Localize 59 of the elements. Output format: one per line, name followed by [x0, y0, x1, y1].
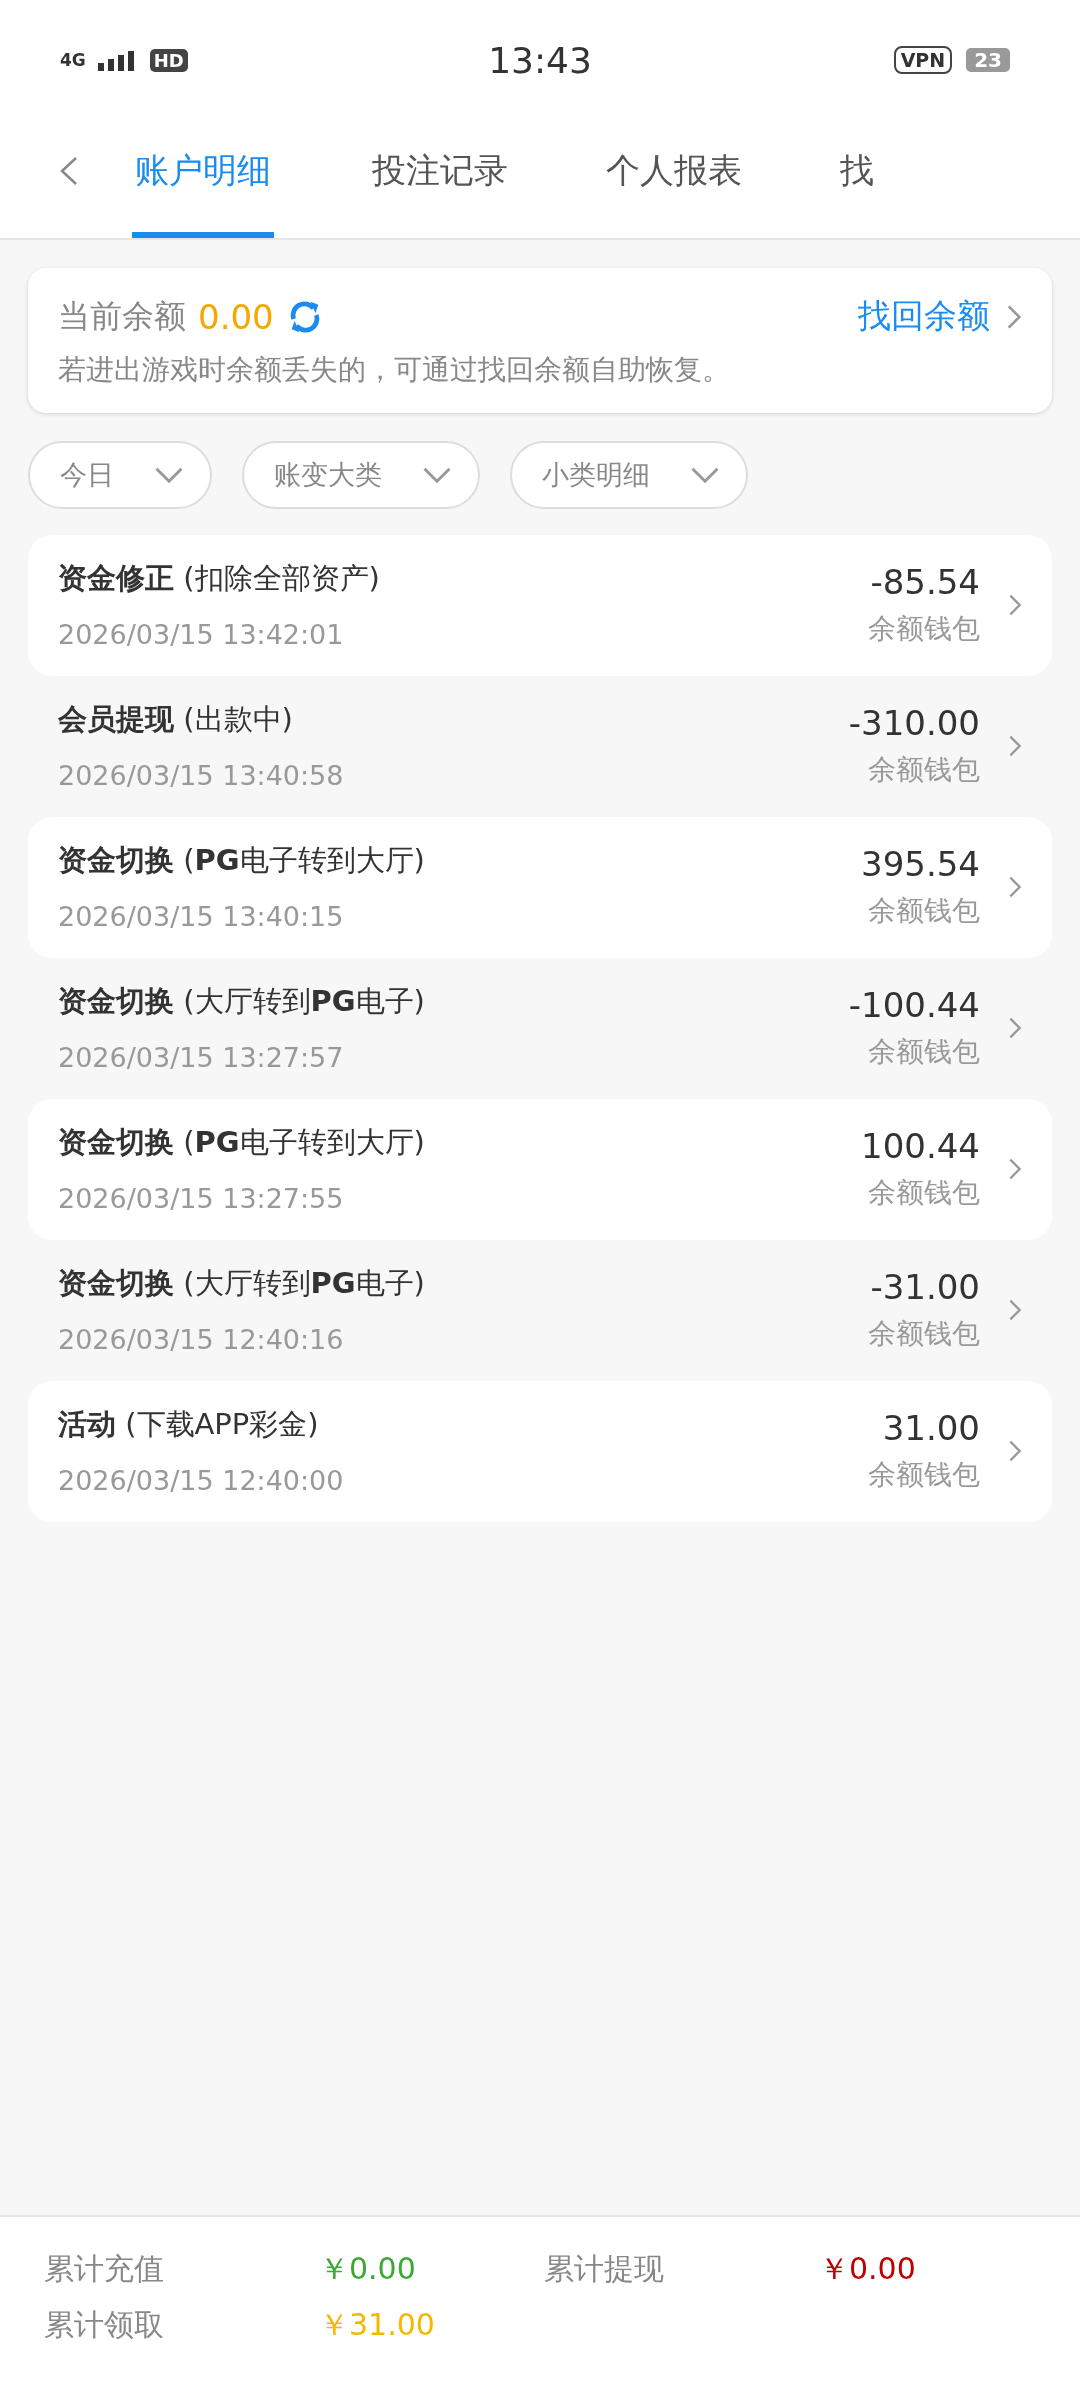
record-row[interactable]: 资金切换 (大厅转到PG电子) 2026/03/15 13:27:57 -100.44 余额钱包	[28, 958, 1052, 1099]
record-time: 2026/03/15 13:42:01	[58, 619, 345, 650]
hd-badge: HD	[149, 48, 188, 72]
wallet-label: 余额钱包	[868, 1456, 980, 1493]
record-time: 2026/03/15 13:27:55	[58, 1183, 345, 1214]
record-amount: -85.54	[870, 561, 980, 602]
record-amount: -100.44	[848, 984, 980, 1025]
record-amount: -310.00	[848, 702, 980, 743]
chevron-down-icon	[690, 466, 720, 484]
wallet-label: 余额钱包	[868, 751, 980, 788]
chevron-down-icon	[154, 466, 184, 484]
total-label: 累计提现	[544, 2250, 665, 2288]
record-title: 活动 (下载APP彩金)	[58, 1406, 320, 1443]
record-amount: 31.00	[882, 1407, 980, 1448]
record-time: 2026/03/15 13:40:15	[58, 901, 345, 932]
record-amount: -31.00	[870, 1266, 980, 1307]
vpn-badge: VPN	[893, 46, 953, 74]
clock: 13:43	[488, 39, 592, 81]
total-label: 累计领取	[44, 2306, 165, 2344]
record-time: 2026/03/15 13:27:57	[58, 1042, 345, 1073]
record-title: 会员提现 (出款中)	[58, 701, 294, 738]
record-amount: 395.54	[861, 843, 980, 884]
total-label: 累计充值	[44, 2250, 165, 2288]
record-title: 资金修正 (扣除全部资产)	[58, 560, 381, 597]
total-value: ￥0.00	[819, 2250, 917, 2288]
wallet-label: 余额钱包	[868, 1033, 980, 1070]
wallet-label: 余额钱包	[868, 1174, 980, 1211]
record-row[interactable]: 资金修正 (扣除全部资产) 2026/03/15 13:42:01 -85.54 余额钱包	[28, 535, 1052, 676]
balance-label: 当前余额	[58, 295, 186, 337]
filter-dropdown[interactable]: 小类明细	[510, 441, 748, 509]
chevron-right-icon	[1006, 302, 1022, 331]
wallet-label: 余额钱包	[868, 892, 980, 929]
tab[interactable]: 找	[791, 120, 923, 238]
wallet-label: 余额钱包	[868, 1315, 980, 1352]
tab[interactable]: 个人报表	[557, 120, 791, 238]
network-type: 4G	[60, 50, 86, 70]
record-title: 资金切换 (大厅转到PG电子)	[58, 983, 426, 1020]
record-title: 资金切换 (PG电子转到大厅)	[58, 1124, 426, 1161]
filter-dropdown[interactable]: 今日	[28, 441, 212, 509]
balance-amount: 0.00	[198, 296, 274, 337]
record-row[interactable]: 资金切换 (大厅转到PG电子) 2026/03/15 12:40:16 -31.00 余额钱包	[28, 1240, 1052, 1381]
filter-dropdown[interactable]: 账变大类	[242, 441, 480, 509]
total-value: ￥0.00	[319, 2250, 417, 2288]
record-row[interactable]: 会员提现 (出款中) 2026/03/15 13:40:58 -310.00 余额钱包	[28, 676, 1052, 817]
tab[interactable]: 投注记录	[323, 120, 557, 238]
record-time: 2026/03/15 12:40:00	[58, 1465, 345, 1496]
record-row[interactable]: 资金切换 (PG电子转到大厅) 2026/03/15 13:27:55 100.44 余额钱包	[28, 1099, 1052, 1240]
record-time: 2026/03/15 12:40:16	[58, 1324, 345, 1355]
battery-icon: 23	[966, 48, 1010, 72]
record-title: 资金切换 (PG电子转到大厅)	[58, 842, 426, 879]
wallet-label: 余额钱包	[868, 610, 980, 647]
record-title: 资金切换 (大厅转到PG电子)	[58, 1265, 426, 1302]
record-row[interactable]: 活动 (下载APP彩金) 2026/03/15 12:40:00 31.00 余额钱包	[28, 1381, 1052, 1522]
total-value: ￥31.00	[319, 2306, 436, 2344]
record-amount: 100.44	[861, 1125, 980, 1166]
record-time: 2026/03/15 13:40:58	[58, 760, 345, 791]
chevron-down-icon	[422, 466, 452, 484]
record-row[interactable]: 资金切换 (PG电子转到大厅) 2026/03/15 13:40:15 395.54 余额钱包	[28, 817, 1052, 958]
balance-note: 若进出游戏时余额丢失的，可通过找回余额自助恢复。	[58, 352, 731, 388]
